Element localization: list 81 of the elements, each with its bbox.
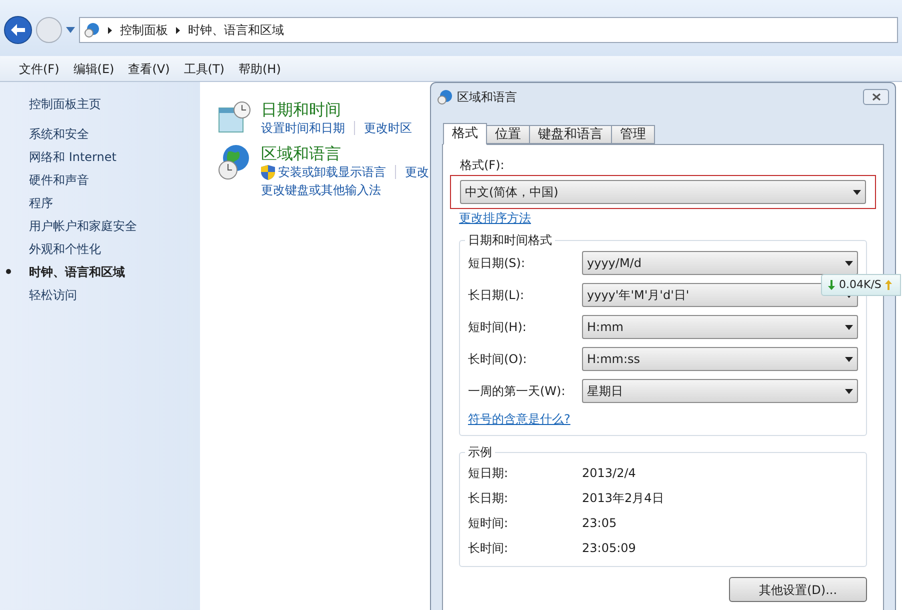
category-title[interactable]: 日期和时间 — [261, 100, 431, 120]
sidebar-item[interactable]: 硬件和声音 — [0, 168, 200, 191]
example-value: 23:05 — [582, 515, 617, 531]
dropdown-arrow-icon[interactable] — [66, 27, 75, 33]
format-label: 格式(F): — [459, 157, 506, 173]
left-arrow-icon — [11, 24, 25, 36]
format-dropdown[interactable]: 星期日 — [582, 379, 858, 403]
example-value: 2013年2月4日 — [582, 490, 664, 506]
sidebar-item-label: 系统和安全 — [29, 126, 89, 142]
example-label: 长日期: — [468, 490, 510, 506]
more-settings-button[interactable]: 其他设置(D)... — [729, 577, 867, 602]
format-dropdown[interactable]: H:mm:ss — [582, 347, 858, 371]
shield-icon — [261, 164, 275, 180]
format-dropdown[interactable]: yyyy/M/d — [582, 251, 858, 275]
task-link[interactable]: 更改键盘或其他输入法 — [261, 182, 381, 198]
sidebar-item[interactable]: 用户帐户和家庭安全 — [0, 214, 200, 237]
tab[interactable]: 格式 — [443, 123, 487, 145]
symbols-link[interactable]: 符号的含意是什么? — [468, 411, 570, 427]
dropdown-arrow-icon — [845, 260, 853, 266]
dialog-title: 区域和语言 — [457, 89, 518, 105]
calendar-clock-icon — [218, 100, 252, 134]
field-label: 短日期(S): — [468, 255, 526, 271]
close-button[interactable] — [863, 89, 889, 105]
breadcrumb-item[interactable]: 控制面板 — [120, 22, 168, 38]
bullet-icon — [6, 269, 11, 274]
sort-link[interactable]: 更改排序方法 — [459, 210, 531, 226]
sidebar-item-label: 轻松访问 — [29, 286, 77, 302]
tab[interactable]: 管理 — [611, 125, 655, 144]
field-label: 长日期(L): — [468, 287, 526, 303]
example-value: 23:05:09 — [582, 540, 636, 556]
sidebar-item[interactable]: 时钟、语言和区域 — [0, 260, 200, 283]
format-dropdown[interactable]: 中文(简体，中国) — [460, 180, 866, 204]
address-field[interactable]: 控制面板 时钟、语言和区域 — [79, 17, 898, 43]
sidebar-item-label: 程序 — [29, 194, 53, 210]
globe-clock-icon — [437, 89, 453, 105]
sidebar-item-label: 时钟、语言和区域 — [29, 264, 125, 280]
menu-item[interactable]: 帮助(H) — [238, 60, 281, 76]
category-title[interactable]: 区域和语言 — [261, 144, 431, 164]
sidebar-item[interactable]: 系统和安全 — [0, 122, 200, 145]
sidebar-item-label: 外观和个性化 — [29, 240, 101, 256]
sidebar-item[interactable]: 轻松访问 — [0, 283, 200, 306]
sidebar-home-link[interactable]: 控制面板主页 — [0, 96, 200, 112]
dropdown-arrow-icon — [845, 356, 853, 362]
group-title: 日期和时间格式 — [465, 232, 555, 248]
format-dropdown[interactable]: H:mm — [582, 315, 858, 339]
close-icon — [872, 93, 880, 101]
task-link[interactable]: 设置时间和日期 — [261, 120, 345, 136]
sidebar-item[interactable]: 程序 — [0, 191, 200, 214]
field-label: 短时间(H): — [468, 319, 528, 335]
tab[interactable]: 键盘和语言 — [529, 125, 612, 144]
sidebar-item-label: 硬件和声音 — [29, 172, 89, 188]
example-label: 长时间: — [468, 540, 510, 556]
task-link[interactable]: 更改 — [405, 164, 429, 180]
group-title: 示例 — [465, 444, 495, 460]
dropdown-arrow-icon — [845, 324, 853, 330]
tab[interactable]: 位置 — [486, 125, 530, 144]
down-arrow-icon — [828, 280, 835, 290]
chevron-right-icon — [176, 26, 180, 34]
menu-item[interactable]: 工具(T) — [184, 60, 224, 76]
field-label: 长时间(O): — [468, 351, 528, 367]
back-button[interactable] — [4, 16, 32, 44]
sidebar-item[interactable]: 网络和 Internet — [0, 145, 200, 168]
task-link[interactable]: 更改时区 — [364, 120, 412, 136]
breadcrumb-item[interactable]: 时钟、语言和区域 — [188, 22, 284, 38]
task-link[interactable]: 安装或卸载显示语言 — [278, 164, 386, 180]
globe-icon — [84, 22, 100, 38]
sidebar-item-label: 网络和 Internet — [29, 148, 116, 164]
menu-item[interactable]: 查看(V) — [128, 60, 170, 76]
example-value: 2013/2/4 — [582, 465, 636, 481]
dropdown-arrow-icon — [853, 190, 861, 194]
menu-item[interactable]: 编辑(E) — [73, 60, 114, 76]
sidebar-item[interactable]: 外观和个性化 — [0, 237, 200, 260]
dropdown-arrow-icon — [845, 388, 853, 394]
field-label: 一周的第一天(W): — [468, 383, 566, 399]
chevron-right-icon — [108, 26, 112, 34]
sidebar-item-label: 用户帐户和家庭安全 — [29, 218, 137, 234]
globe-clock-icon — [218, 144, 252, 180]
example-label: 短日期: — [468, 465, 510, 481]
menu-item[interactable]: 文件(F) — [19, 60, 60, 76]
example-label: 短时间: — [468, 515, 510, 531]
up-arrow-icon — [885, 280, 892, 290]
